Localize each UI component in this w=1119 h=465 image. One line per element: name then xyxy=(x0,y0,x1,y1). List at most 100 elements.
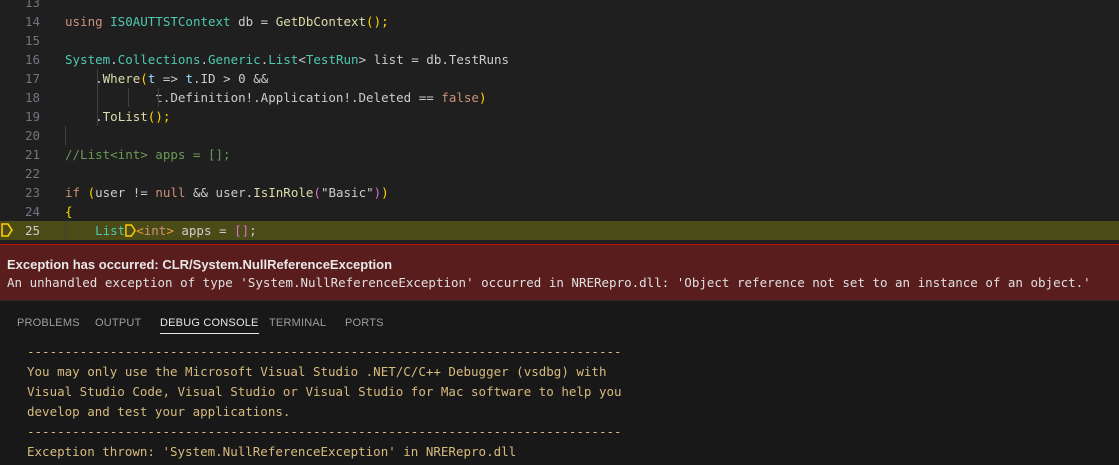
code-line[interactable]: 20 xyxy=(0,126,1119,145)
code-token: null xyxy=(155,185,186,200)
code-line[interactable]: 18 t.Definition!.Application!.Deleted ==… xyxy=(0,88,1119,107)
line-number: 14 xyxy=(24,14,40,29)
line-number: 23 xyxy=(24,185,40,200)
exception-title: Exception has occurred: CLR/System.NullR… xyxy=(7,257,393,272)
code-token: t.Definition!.Application!.Deleted == xyxy=(65,90,442,105)
code-line[interactable]: 13 xyxy=(0,0,1119,12)
tab-terminal[interactable]: TERMINAL xyxy=(269,317,326,329)
code-token: GetDbContext xyxy=(275,14,367,29)
indent-guide xyxy=(65,126,66,145)
code-token: if xyxy=(65,185,81,200)
code-token: Where xyxy=(102,71,141,86)
code-token: using xyxy=(65,14,111,29)
code-token: ; xyxy=(249,223,257,238)
console-line: ----------------------------------------… xyxy=(27,344,622,359)
indent-guide xyxy=(65,221,66,240)
line-number: 21 xyxy=(24,147,40,162)
code-token: ToList xyxy=(102,109,148,124)
line-number: 15 xyxy=(24,33,40,48)
code-token: [] xyxy=(234,223,250,238)
line-number: 16 xyxy=(24,52,40,67)
code-token: "Basic" xyxy=(320,185,374,200)
code-line[interactable]: 19 .ToList(); xyxy=(0,107,1119,126)
code-token: ( xyxy=(140,71,148,86)
code-token: IsInRole xyxy=(253,185,314,200)
code-token: Collections xyxy=(117,52,201,67)
code-line[interactable]: 25 List <int> apps = []; xyxy=(0,221,1119,240)
code-line[interactable]: 14 using IS0AUTTSTContext db = GetDbConte… xyxy=(0,12,1119,31)
code-line[interactable]: 21 //List<int> apps = []; xyxy=(0,145,1119,164)
code-token: t xyxy=(185,71,193,86)
code-token: false xyxy=(441,90,479,105)
console-line: Exception thrown: 'System.NullReferenceE… xyxy=(27,444,517,459)
code-token: => xyxy=(155,71,186,86)
code-token: Generic xyxy=(208,52,261,67)
code-token: > xyxy=(358,52,367,67)
code-token: (); xyxy=(366,14,389,29)
code-line[interactable]: 15 xyxy=(0,31,1119,50)
code-editor[interactable]: 13 14 using IS0AUTTSTContext db = GetDbCon… xyxy=(0,0,1119,244)
code-line[interactable]: 22 xyxy=(0,164,1119,183)
code-text: //List<int> apps = []; xyxy=(65,145,231,164)
console-line: Visual Studio Code, Visual Studio or Vis… xyxy=(27,384,622,399)
code-token: ) xyxy=(478,90,487,105)
code-token: List xyxy=(268,52,299,67)
panel-tabs: PROBLEMS OUTPUT DEBUG CONSOLE TERMINAL PORTS xyxy=(0,301,1119,345)
code-token: ( xyxy=(87,185,96,200)
line-number: 19 xyxy=(24,109,40,124)
exception-widget: Exception has occurred: CLR/System.NullR… xyxy=(0,244,1119,300)
console-line: You may only use the Microsoft Visual St… xyxy=(27,364,607,379)
code-token: < xyxy=(298,52,306,67)
code-token: .ID > 0 && xyxy=(192,71,269,86)
code-token: int xyxy=(143,223,167,238)
code-text: using IS0AUTTSTContext db = GetDbContext… xyxy=(65,12,389,31)
code-line[interactable]: 24 { xyxy=(0,202,1119,221)
indent-guide xyxy=(97,107,98,126)
code-token: (); xyxy=(147,109,171,124)
line-number: 24 xyxy=(24,204,40,219)
tab-output[interactable]: OUTPUT xyxy=(95,317,141,329)
line-number: 22 xyxy=(24,166,40,181)
line-number: 18 xyxy=(24,90,40,105)
code-token: user != xyxy=(95,185,156,200)
code-token: { xyxy=(65,204,73,219)
code-token: && user. xyxy=(185,185,254,200)
line-number: 13 xyxy=(24,0,40,10)
code-line[interactable]: 17 .Where(t => t.ID > 0 && xyxy=(0,69,1119,88)
code-token: apps = xyxy=(173,223,235,238)
code-token: ) xyxy=(381,185,389,200)
code-text: .ToList(); xyxy=(65,107,170,126)
code-text: System.Collections.Generic.List<TestRun>… xyxy=(65,50,509,69)
code-token: db = xyxy=(230,14,276,29)
inline-stop-icon xyxy=(125,223,137,237)
code-line[interactable]: 23 if (user != null && user.IsInRole("Bas… xyxy=(0,183,1119,202)
code-token: TestRun xyxy=(305,52,359,67)
code-text: .Where(t => t.ID > 0 && xyxy=(65,69,268,88)
console-line: develop and test your applications. xyxy=(27,404,291,419)
bottom-panel: PROBLEMS OUTPUT DEBUG CONSOLE TERMINAL PORTS… xyxy=(0,300,1119,465)
code-token: > xyxy=(166,223,174,238)
code-line[interactable]: 16 System.Collections.Generic.List<TestRu… xyxy=(0,50,1119,69)
code-token: System xyxy=(65,52,111,67)
indent-guide xyxy=(97,69,98,88)
tab-debug-console[interactable]: DEBUG CONSOLE xyxy=(160,317,259,334)
indent-guide xyxy=(158,88,159,107)
line-number: 25 xyxy=(24,223,40,238)
indent-guide xyxy=(128,88,129,107)
code-token: List xyxy=(65,223,126,238)
tab-ports[interactable]: PORTS xyxy=(345,317,384,329)
line-number: 20 xyxy=(24,128,40,143)
indent-guide xyxy=(97,88,98,107)
tab-problems[interactable]: PROBLEMS xyxy=(17,317,80,329)
code-token: . xyxy=(200,52,209,67)
code-token: . xyxy=(110,52,118,67)
code-text: if (user != null && user.IsInRole("Basic… xyxy=(65,183,389,202)
line-number: 17 xyxy=(24,71,40,86)
code-token: list = db.TestRuns xyxy=(366,52,510,67)
code-token: < xyxy=(136,223,144,238)
debug-console-output[interactable]: ----------------------------------------… xyxy=(27,342,622,462)
code-token: IS0AUTTSTContext xyxy=(110,14,231,29)
code-token: //List<int> apps = []; xyxy=(65,147,231,162)
exception-message: An unhandled exception of type 'System.N… xyxy=(7,275,1091,290)
